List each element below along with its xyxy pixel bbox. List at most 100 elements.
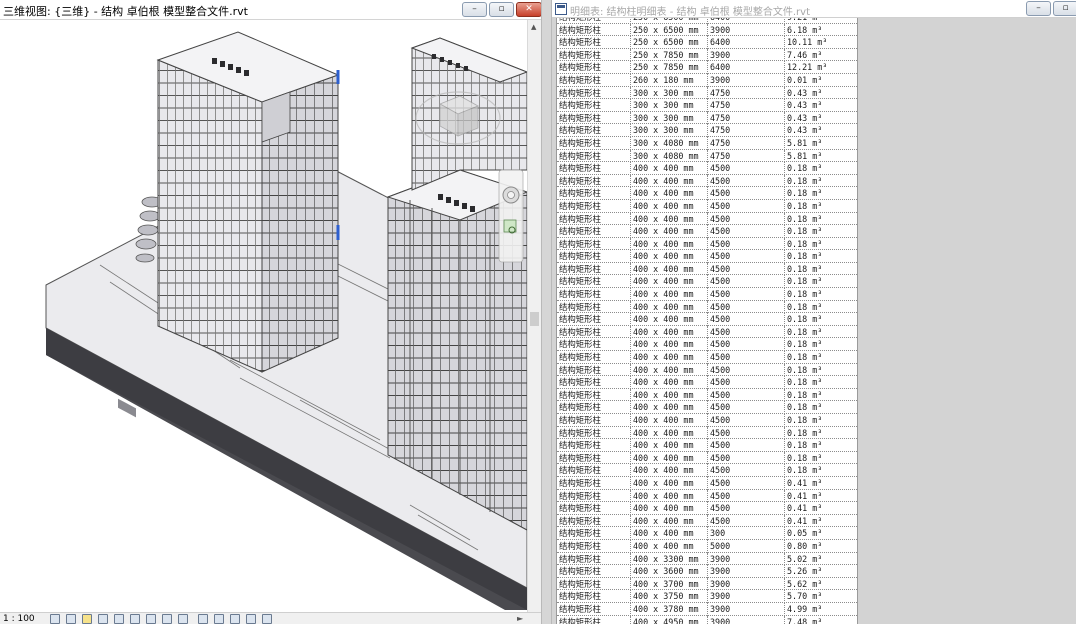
type-cell[interactable]: 400 x 400 mm [631, 187, 708, 200]
type-cell[interactable]: 400 x 400 mm [631, 351, 708, 364]
length-cell[interactable]: 4500 [708, 502, 785, 515]
volume-cell[interactable]: 0.18 m³ [785, 376, 857, 389]
type-cell[interactable]: 300 x 4080 mm [631, 149, 708, 163]
volume-cell[interactable]: 6.18 m³ [785, 24, 857, 37]
length-cell[interactable]: 4500 [708, 174, 785, 188]
close-button[interactable]: ✕ [516, 2, 542, 17]
table-row[interactable]: 结构矩形柱 400 x 3750 mm 3900 5.70 m³ [557, 590, 857, 603]
length-cell[interactable]: 4750 [708, 124, 785, 137]
volume-cell[interactable]: 5.81 m³ [785, 150, 857, 163]
family-cell[interactable]: 结构矩形柱 [557, 376, 631, 389]
volume-cell[interactable]: 0.05 m³ [785, 527, 857, 540]
table-row[interactable]: 结构矩形柱 400 x 400 mm 4500 0.41 m³ [557, 502, 857, 515]
view-properties-icon[interactable] [262, 614, 272, 624]
volume-cell[interactable]: 10.11 m³ [785, 36, 857, 49]
table-row[interactable]: 结构矩形柱 400 x 400 mm 4500 0.18 m³ [557, 325, 857, 339]
window-splitter[interactable] [541, 0, 552, 624]
volume-cell[interactable]: 5.26 m³ [785, 565, 857, 578]
volume-cell[interactable]: 5.70 m³ [785, 590, 857, 603]
type-cell[interactable]: 400 x 3300 mm [631, 552, 708, 566]
table-row[interactable]: 结构矩形柱 400 x 400 mm 4500 0.18 m³ [557, 414, 857, 427]
type-cell[interactable]: 400 x 400 mm [631, 338, 708, 352]
family-cell[interactable]: 结构矩形柱 [557, 351, 631, 364]
family-cell[interactable]: 结构矩形柱 [557, 590, 631, 603]
family-cell[interactable]: 结构矩形柱 [557, 162, 631, 175]
volume-cell[interactable]: 0.18 m³ [785, 351, 857, 364]
table-row[interactable]: 结构矩形柱 400 x 400 mm 4500 0.41 m³ [557, 514, 857, 528]
family-cell[interactable]: 结构矩形柱 [557, 489, 631, 503]
length-cell[interactable]: 4500 [708, 476, 785, 490]
family-cell[interactable]: 结构矩形柱 [557, 426, 631, 440]
family-cell[interactable]: 结构矩形柱 [557, 212, 631, 226]
detail-level-icon[interactable] [50, 614, 60, 624]
volume-cell[interactable]: 0.18 m³ [785, 200, 857, 213]
type-cell[interactable]: 250 x 6500 mm [631, 36, 708, 49]
type-cell[interactable]: 400 x 400 mm [631, 439, 708, 452]
length-cell[interactable]: 6400 [708, 61, 785, 74]
volume-cell[interactable]: 5.81 m³ [785, 137, 857, 150]
family-cell[interactable]: 结构矩形柱 [557, 250, 631, 263]
volume-cell[interactable]: 0.43 m³ [785, 99, 857, 112]
family-cell[interactable]: 结构矩形柱 [557, 61, 631, 74]
type-cell[interactable]: 400 x 400 mm [631, 388, 708, 402]
table-row[interactable]: 结构矩形柱 400 x 4950 mm 3900 7.48 m³ [557, 615, 857, 624]
render-icon[interactable] [114, 614, 124, 624]
length-cell[interactable]: 4500 [708, 250, 785, 263]
table-row[interactable]: 结构矩形柱 250 x 6500 mm 3900 6.18 m³ [557, 23, 857, 37]
family-cell[interactable]: 结构矩形柱 [557, 414, 631, 427]
volume-cell[interactable]: 0.18 m³ [785, 238, 857, 251]
length-cell[interactable]: 6400 [708, 36, 785, 49]
family-cell[interactable]: 结构矩形柱 [557, 73, 631, 87]
type-cell[interactable]: 400 x 400 mm [631, 514, 708, 528]
type-cell[interactable]: 400 x 400 mm [631, 212, 708, 226]
length-cell[interactable]: 4500 [708, 187, 785, 200]
length-cell[interactable]: 3900 [708, 602, 785, 616]
volume-cell[interactable]: 0.18 m³ [785, 162, 857, 175]
volume-cell[interactable]: 0.43 m³ [785, 124, 857, 137]
family-cell[interactable]: 结构矩形柱 [557, 111, 631, 125]
restore-button[interactable]: ▫ [489, 2, 514, 17]
type-cell[interactable]: 400 x 400 mm [631, 162, 708, 175]
analytical-model-icon[interactable] [230, 614, 240, 624]
type-cell[interactable]: 250 x 6500 mm [631, 23, 708, 37]
type-cell[interactable]: 400 x 400 mm [631, 275, 708, 289]
type-cell[interactable]: 400 x 400 mm [631, 426, 708, 440]
volume-cell[interactable]: 5.62 m³ [785, 578, 857, 591]
table-row[interactable]: 结构矩形柱 400 x 3300 mm 3900 5.02 m³ [557, 552, 857, 566]
type-cell[interactable]: 250 x 7850 mm [631, 48, 708, 62]
temporary-hide-icon[interactable] [162, 614, 172, 624]
family-cell[interactable]: 结构矩形柱 [557, 325, 631, 339]
table-row[interactable]: 结构矩形柱 260 x 180 mm 3900 0.01 m³ [557, 73, 857, 87]
family-cell[interactable]: 结构矩形柱 [557, 149, 631, 163]
table-row[interactable]: 结构矩形柱 250 x 7850 mm 3900 7.46 m³ [557, 48, 857, 62]
volume-cell[interactable]: 0.18 m³ [785, 338, 857, 351]
length-cell[interactable]: 4750 [708, 111, 785, 125]
volume-cell[interactable]: 12.21 m³ [785, 61, 857, 74]
volume-cell[interactable]: 0.18 m³ [785, 439, 857, 452]
family-cell[interactable]: 结构矩形柱 [557, 338, 631, 352]
length-cell[interactable]: 3900 [708, 73, 785, 87]
family-cell[interactable]: 结构矩形柱 [557, 174, 631, 188]
table-row[interactable]: 结构矩形柱 400 x 400 mm 4500 0.18 m³ [557, 162, 857, 175]
length-cell[interactable]: 4500 [708, 275, 785, 289]
length-cell[interactable]: 3900 [708, 615, 785, 624]
family-cell[interactable]: 结构矩形柱 [557, 464, 631, 477]
table-row[interactable]: 结构矩形柱 400 x 400 mm 4500 0.18 m³ [557, 376, 857, 389]
lock-view-icon[interactable] [198, 614, 208, 624]
type-cell[interactable]: 250 x 7850 mm [631, 61, 708, 74]
volume-cell[interactable]: 0.18 m³ [785, 414, 857, 427]
length-cell[interactable]: 300 [708, 527, 785, 540]
volume-cell[interactable]: 0.18 m³ [785, 275, 857, 288]
table-row[interactable]: 结构矩形柱 400 x 400 mm 4500 0.18 m³ [557, 237, 857, 251]
length-cell[interactable]: 4500 [708, 489, 785, 503]
length-cell[interactable]: 4500 [708, 414, 785, 427]
shadows-icon[interactable] [98, 614, 108, 624]
type-cell[interactable]: 400 x 400 mm [631, 451, 708, 465]
schedule-viewport[interactable]: 结构矩形柱250 x 6500 mm64009.21 m³结构矩形柱250 x … [552, 18, 1076, 624]
type-cell[interactable]: 400 x 400 mm [631, 502, 708, 515]
table-row[interactable]: 结构矩形柱 400 x 400 mm 4500 0.18 m³ [557, 351, 857, 364]
type-cell[interactable]: 400 x 400 mm [631, 476, 708, 490]
type-cell[interactable]: 300 x 300 mm [631, 99, 708, 112]
family-cell[interactable]: 结构矩形柱 [557, 48, 631, 62]
table-row[interactable]: 结构矩形柱 400 x 400 mm 4500 0.18 m³ [557, 451, 857, 465]
